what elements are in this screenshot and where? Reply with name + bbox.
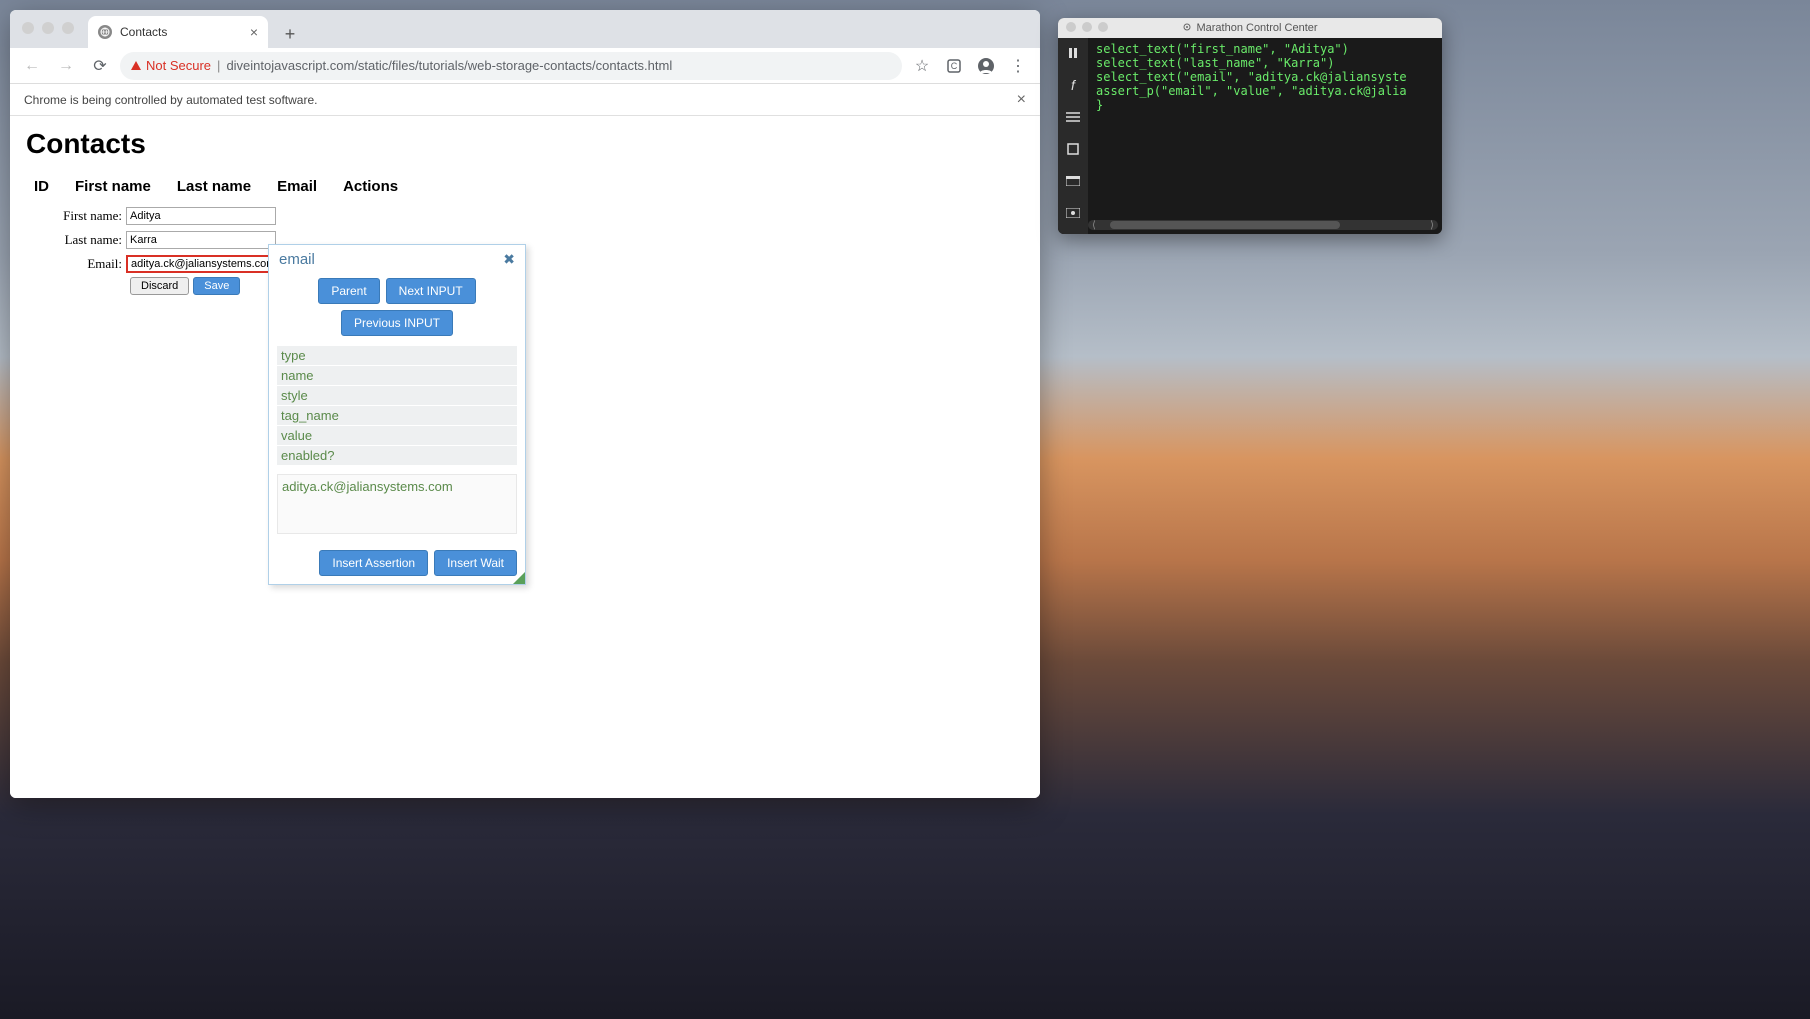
- prop-enabled[interactable]: enabled?: [277, 446, 517, 466]
- property-list: type name style tag_name value enabled?: [269, 346, 525, 466]
- gear-icon: [1182, 22, 1192, 35]
- code-line: }: [1096, 98, 1434, 112]
- col-last-name: Last name: [177, 178, 251, 195]
- email-input[interactable]: [126, 255, 276, 273]
- insert-assertion-button[interactable]: Insert Assertion: [319, 550, 428, 576]
- code-line: assert_p("email", "value", "aditya.ck@ja…: [1096, 84, 1434, 98]
- marathon-titlebar: Marathon Control Center: [1058, 18, 1442, 38]
- url-text: diveintojavascript.com/static/files/tuto…: [226, 58, 672, 73]
- last-name-label: Last name:: [26, 232, 126, 248]
- scroll-thumb[interactable]: [1110, 221, 1340, 229]
- table-header: ID First name Last name Email Actions: [26, 172, 1024, 201]
- code-line: select_text("first_name", "Aditya"): [1096, 42, 1434, 56]
- inspector-title: email: [279, 251, 315, 268]
- discard-button[interactable]: Discard: [130, 277, 189, 295]
- maximize-window-button[interactable]: [62, 22, 74, 34]
- new-tab-button[interactable]: +: [276, 20, 304, 48]
- marathon-control-center-window: Marathon Control Center f select_text("f…: [1058, 18, 1442, 234]
- resize-handle[interactable]: [513, 572, 525, 584]
- first-name-label: First name:: [26, 208, 126, 224]
- marathon-code-editor[interactable]: select_text("first_name", "Aditya") sele…: [1088, 38, 1442, 234]
- col-email: Email: [277, 178, 317, 195]
- col-actions: Actions: [343, 178, 398, 195]
- square-icon[interactable]: [1064, 140, 1082, 158]
- page-content: Contacts ID First name Last name Email A…: [10, 116, 1040, 798]
- marathon-maximize-button[interactable]: [1098, 22, 1108, 32]
- inspector-close-button[interactable]: ✖: [503, 251, 515, 268]
- save-button[interactable]: Save: [193, 277, 240, 295]
- code-line: select_text("last_name", "Karra"): [1096, 56, 1434, 70]
- pause-button[interactable]: [1064, 44, 1082, 62]
- automation-notice-bar: Chrome is being controlled by automated …: [10, 84, 1040, 116]
- scroll-left-arrow[interactable]: ⟨: [1088, 220, 1100, 231]
- close-window-button[interactable]: [22, 22, 34, 34]
- inspector-popup: email ✖ Parent Next INPUT Previous INPUT…: [268, 244, 526, 585]
- record-icon[interactable]: [1064, 204, 1082, 222]
- warning-icon: [130, 60, 142, 72]
- window-icon[interactable]: [1064, 172, 1082, 190]
- prop-value[interactable]: value: [277, 426, 517, 446]
- back-button[interactable]: ←: [18, 52, 46, 80]
- close-notice-button[interactable]: ×: [1017, 91, 1026, 109]
- first-name-input[interactable]: [126, 207, 276, 225]
- not-secure-label: Not Secure: [146, 58, 211, 73]
- col-id: ID: [34, 178, 49, 195]
- chrome-browser-window: Contacts × + ← → ⟳ Not Secure | diveinto…: [10, 10, 1040, 798]
- last-name-input[interactable]: [126, 231, 276, 249]
- window-controls: [22, 22, 74, 34]
- prop-name[interactable]: name: [277, 366, 517, 386]
- prop-tag-name[interactable]: tag_name: [277, 406, 517, 426]
- code-line: select_text("email", "aditya.ck@jaliansy…: [1096, 70, 1434, 84]
- prop-style[interactable]: style: [277, 386, 517, 406]
- extension-icon[interactable]: C: [940, 52, 968, 80]
- col-first-name: First name: [75, 178, 151, 195]
- page-title: Contacts: [26, 128, 1024, 160]
- prop-type[interactable]: type: [277, 346, 517, 366]
- tab-title: Contacts: [120, 25, 167, 39]
- browser-titlebar: Contacts × +: [10, 10, 1040, 48]
- insert-wait-button[interactable]: Insert Wait: [434, 550, 517, 576]
- reload-button[interactable]: ⟳: [86, 52, 114, 80]
- forward-button[interactable]: →: [52, 52, 80, 80]
- previous-input-button[interactable]: Previous INPUT: [341, 310, 453, 336]
- browser-tab[interactable]: Contacts ×: [88, 16, 268, 48]
- automation-message: Chrome is being controlled by automated …: [24, 93, 317, 107]
- list-icon[interactable]: [1064, 108, 1082, 126]
- globe-icon: [98, 25, 112, 39]
- marathon-minimize-button[interactable]: [1082, 22, 1092, 32]
- menu-icon[interactable]: ⋮: [1004, 52, 1032, 80]
- browser-toolbar: ← → ⟳ Not Secure | diveintojavascript.co…: [10, 48, 1040, 84]
- address-bar[interactable]: Not Secure | diveintojavascript.com/stat…: [120, 52, 902, 80]
- marathon-sidebar: f: [1058, 38, 1088, 234]
- next-input-button[interactable]: Next INPUT: [386, 278, 476, 304]
- email-label: Email:: [26, 256, 126, 272]
- parent-button[interactable]: Parent: [318, 278, 379, 304]
- security-indicator: Not Secure: [130, 58, 211, 73]
- marathon-title: Marathon Control Center: [1196, 22, 1317, 34]
- scroll-right-arrow[interactable]: ⟩: [1426, 220, 1438, 231]
- close-tab-button[interactable]: ×: [250, 24, 258, 40]
- svg-text:C: C: [951, 61, 958, 71]
- function-icon[interactable]: f: [1064, 76, 1082, 94]
- minimize-window-button[interactable]: [42, 22, 54, 34]
- profile-icon[interactable]: [972, 52, 1000, 80]
- inspector-value-display: aditya.ck@jaliansystems.com: [277, 474, 517, 534]
- marathon-close-button[interactable]: [1066, 22, 1076, 32]
- horizontal-scrollbar[interactable]: ⟨ ⟩: [1088, 220, 1438, 230]
- bookmark-star-icon[interactable]: ☆: [908, 52, 936, 80]
